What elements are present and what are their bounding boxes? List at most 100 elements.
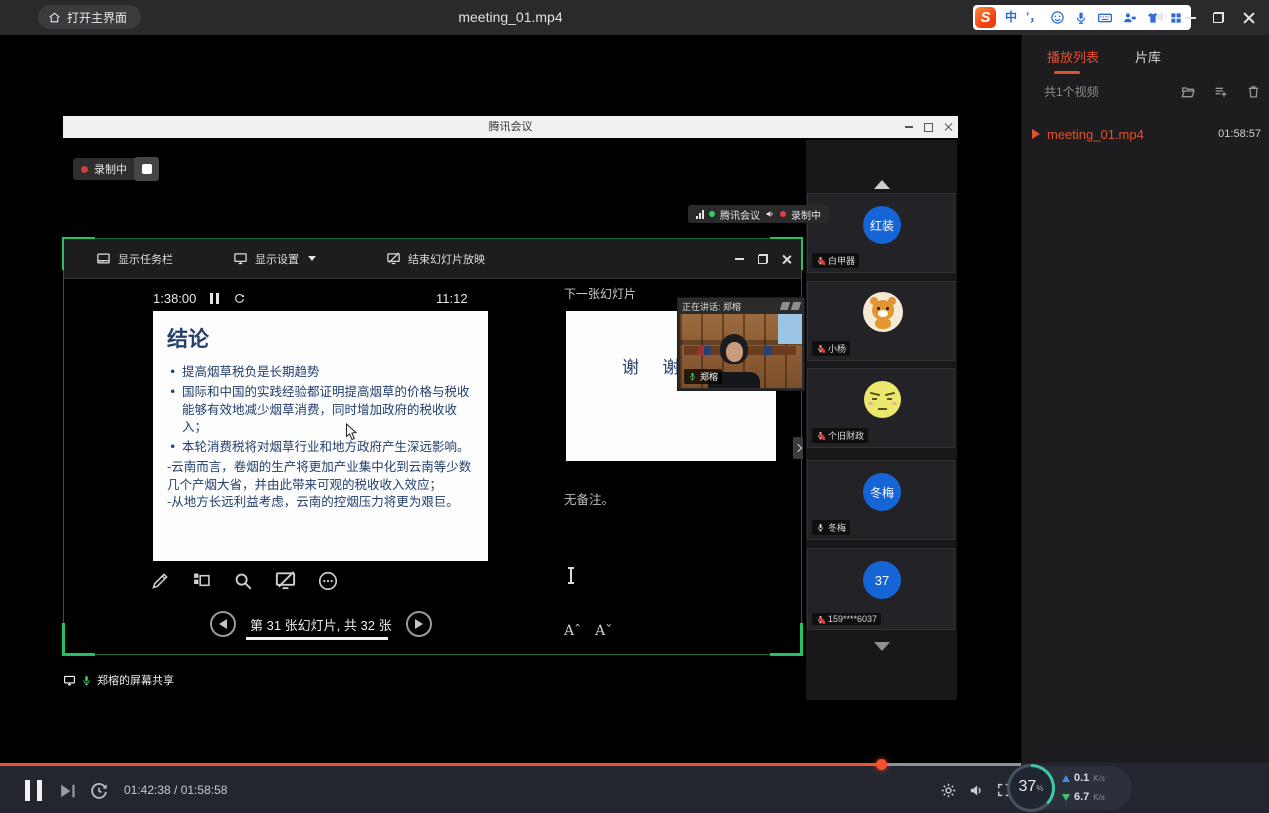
mic-icon [816,523,825,532]
seek-handle[interactable] [876,759,887,770]
mic-on-icon [81,675,92,686]
volume-button[interactable] [968,782,985,799]
participant-tile: 红装 白甲器 [807,193,955,273]
minimize-button[interactable] [1176,0,1204,35]
notes-font-buttons: Aˆ Aˇ [564,623,612,639]
meeting-window-controls [905,116,952,138]
ime-punctuation-toggle[interactable]: ’， [1026,5,1041,30]
playlist-item[interactable]: meeting_01.mp4 01:58:57 [1022,119,1269,149]
upload-arrow-icon [1062,775,1070,782]
audio-icon [765,209,775,219]
previous-slide-button [210,611,236,637]
video-count-label: 共1个视频 [1044,83,1099,100]
close-button[interactable] [1235,0,1263,35]
time-display: 01:42:38 / 01:58:58 [124,783,227,797]
ime-language-toggle[interactable]: 中 [1005,5,1017,30]
participant-tile: 个旧财政 [807,368,955,448]
seekbar[interactable] [0,763,1021,766]
volume-percent-ring[interactable]: 37 % [1007,764,1055,812]
sogou-logo-icon[interactable]: S [975,7,996,28]
video-player-app: 打开主界面 meeting_01.mp4 S 中 ’， 腾讯会议 [0,0,1269,813]
replay-mode-button[interactable] [88,780,110,802]
display-settings-button: 显示设置 [233,251,316,267]
recording-label: 录制中 [94,161,127,177]
emoji-avatar [864,381,901,418]
status-recording-dot-icon [780,211,786,217]
volume-percent-unit: % [1036,784,1043,793]
playlist-item-name: meeting_01.mp4 [1047,127,1218,142]
pin-icon [791,302,802,310]
participant-name: 白甲器 [828,254,855,267]
active-tab-underline [1054,71,1080,74]
more-options-icon [317,570,339,592]
restore-button[interactable] [1204,0,1232,35]
volume-network-panel: 37 % 0.1 K/s 6.7 K/s [1008,766,1132,810]
progress-fill [0,763,881,766]
chevron-down-icon [308,256,316,261]
shared-screen-region: 显示任务栏 显示设置 结束幻灯片放映 1: [63,238,802,655]
end-slideshow-button: 结束幻灯片放映 [386,251,485,267]
keyboard-icon[interactable] [1097,10,1113,26]
participants-panel: 红装 白甲器 小杨 [806,140,957,700]
timer-value: 1:38:00 [153,291,196,306]
speed-unit: K/s [1093,774,1105,783]
share-restore-icon [758,254,768,264]
upload-speed-value: 0.1 [1074,772,1089,784]
playlist-item-duration: 01:58:57 [1218,128,1261,140]
pause-button[interactable] [25,780,42,801]
show-taskbar-label: 显示任务栏 [118,251,173,267]
display-settings-label: 显示设置 [255,251,299,267]
account-icon[interactable] [1122,10,1137,25]
playlist-count-row: 共1个视频 [1044,83,1261,100]
settings-button[interactable] [940,782,957,799]
upload-speed: 0.1 K/s [1062,772,1105,784]
tab-playlist[interactable]: 播放列表 [1047,47,1099,74]
mic-muted-icon [816,615,825,624]
font-decrease-button: Aˇ [595,623,612,639]
restart-timer-icon [233,292,246,305]
participant-name-tag: 冬梅 [812,520,850,535]
status-app-name: 腾讯会议 [720,207,760,222]
next-video-button[interactable] [57,781,77,801]
slide-line: -云南而言，卷烟的生产将更加产业集中化到云南等少数几个产烟大省，并由此带来可观的… [167,458,474,493]
playlist-sidebar: 播放列表 片库 共1个视频 meeting_01.mp4 01:58:57 [1021,35,1269,763]
meeting-window-title: 腾讯会议 [63,116,958,138]
share-corner-icon [62,623,95,656]
stop-recording-button [134,157,159,181]
trash-icon[interactable] [1246,84,1261,99]
meeting-maximize-icon [924,123,933,132]
tiger-avatar [863,292,903,332]
text-cursor-icon [570,569,572,582]
open-folder-icon[interactable] [1180,84,1196,100]
video-area[interactable]: 腾讯会议 录制中 腾讯会议 录制中 [0,35,1021,763]
presenter-toolbar: 显示任务栏 显示设置 结束幻灯片放映 [64,239,801,279]
voice-input-icon[interactable] [1074,11,1088,25]
participant-tile: 小杨 [807,281,955,361]
speaker-name: 郑榕 [700,370,718,383]
speaker-video-header: 正在讲话: 郑榕 [678,298,804,314]
popout-icon [780,302,791,310]
font-increase-button: Aˆ [564,623,581,639]
participant-name: 个旧财政 [828,429,864,442]
tab-library[interactable]: 片库 [1135,47,1161,74]
speaker-name-tag: 郑榕 [684,369,722,384]
share-window-controls [735,239,791,279]
slide-counter: 第 31 张幻灯片, 共 32 张 [250,615,392,634]
slide-thumbnails-icon [191,570,212,591]
add-to-playlist-icon[interactable] [1213,84,1229,100]
participant-tile: 冬梅 冬梅 [807,460,955,540]
notes-placeholder: 无备注。 [564,489,614,508]
ime-pin-icon[interactable] [1152,8,1170,26]
download-arrow-icon [1062,794,1070,801]
next-slide-button [406,611,432,637]
emoji-icon[interactable] [1050,10,1065,25]
mic-muted-icon [816,344,825,353]
next-slide-label: 下一张幻灯片 [564,285,636,302]
share-corner-icon [770,623,803,656]
share-minimize-icon [735,258,744,260]
black-screen-icon [274,569,297,592]
previous-icon [219,619,227,629]
speaker-video-frame: 郑榕 [680,314,802,388]
screen-share-label: 郑榕的屏幕共享 [63,672,174,688]
volume-percent-value: 37 [1019,779,1037,795]
